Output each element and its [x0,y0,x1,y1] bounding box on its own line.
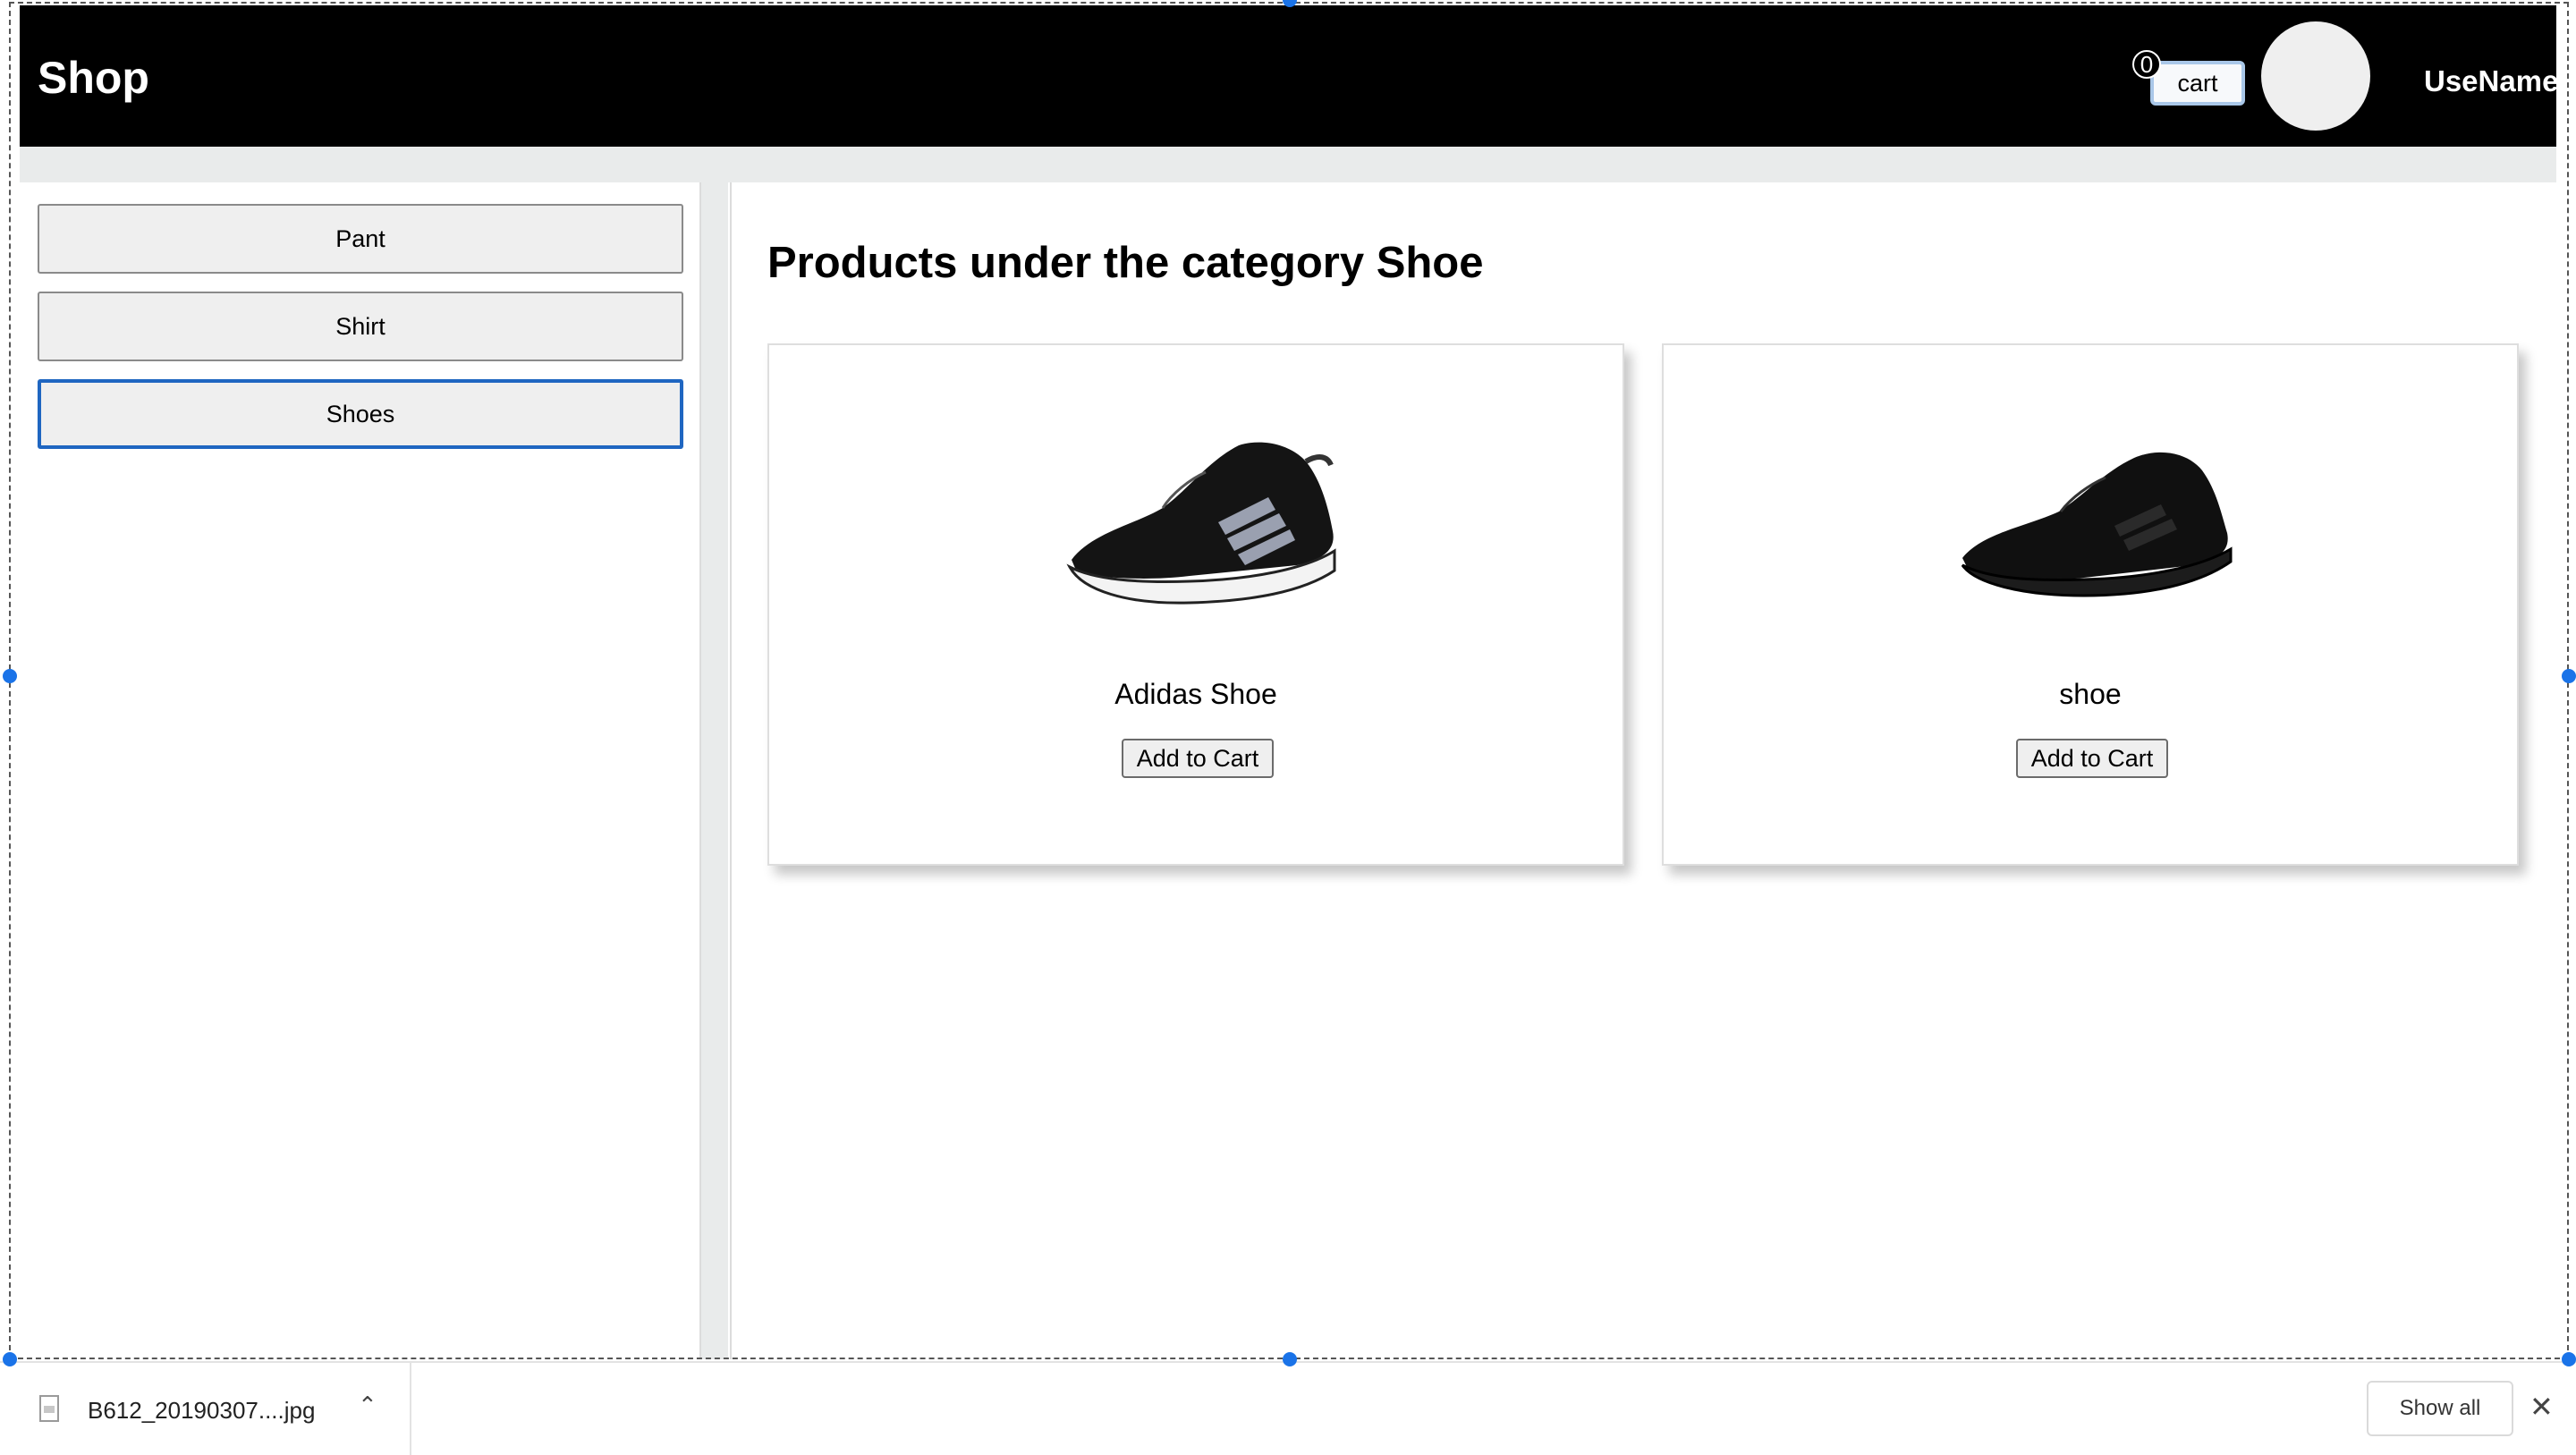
product-name: shoe [2059,678,2122,710]
product-area: Products under the category Shoe Adidas … [730,182,2558,1359]
header-spacer [20,147,2556,182]
downloads-bar: B612_20190307....jpg ⌃ Show all ✕ [0,1361,2576,1455]
shoe-product-image [1961,452,2233,597]
category-button-shirt[interactable]: Shirt [38,292,683,361]
show-all-button[interactable]: Show all [2367,1381,2513,1436]
close-icon[interactable]: ✕ [2529,1390,2554,1424]
cart-count-badge: 0 [2132,50,2161,79]
username-label[interactable]: UseName [2424,64,2558,98]
download-item[interactable]: B612_20190307....jpg ⌃ [0,1363,411,1455]
top-navbar: Shop 0 cart UseName [20,5,2558,147]
category-sidebar: Pant Shirt Shoes [20,182,728,1359]
image-file-icon [39,1395,59,1422]
add-to-cart-button[interactable]: Add to Cart [1122,739,1274,778]
avatar[interactable] [2261,21,2370,131]
resize-handle-left[interactable] [3,669,17,683]
category-button-shoes[interactable]: Shoes [38,379,683,449]
chevron-up-icon[interactable]: ⌃ [358,1392,377,1419]
resize-handle-bottom[interactable] [1283,1352,1297,1366]
shop-logo[interactable]: Shop [38,52,149,104]
download-file-name[interactable]: B612_20190307....jpg [88,1397,315,1425]
category-button-pant[interactable]: Pant [38,204,683,274]
add-to-cart-button[interactable]: Add to Cart [2016,739,2168,778]
resize-handle-bottom-right[interactable] [2562,1352,2576,1366]
product-card: Adidas Shoe Add to Cart [767,343,1624,866]
resize-handle-right[interactable] [2562,669,2576,683]
page-title: Products under the category Shoe [767,239,1484,287]
product-name: Adidas Shoe [1114,678,1277,710]
cart-button[interactable]: cart [2150,61,2245,106]
product-card: shoe Add to Cart [1662,343,2519,866]
shoe-product-image [1066,442,1336,605]
column-gutter [701,182,728,1359]
resize-handle-bottom-left[interactable] [3,1352,17,1366]
